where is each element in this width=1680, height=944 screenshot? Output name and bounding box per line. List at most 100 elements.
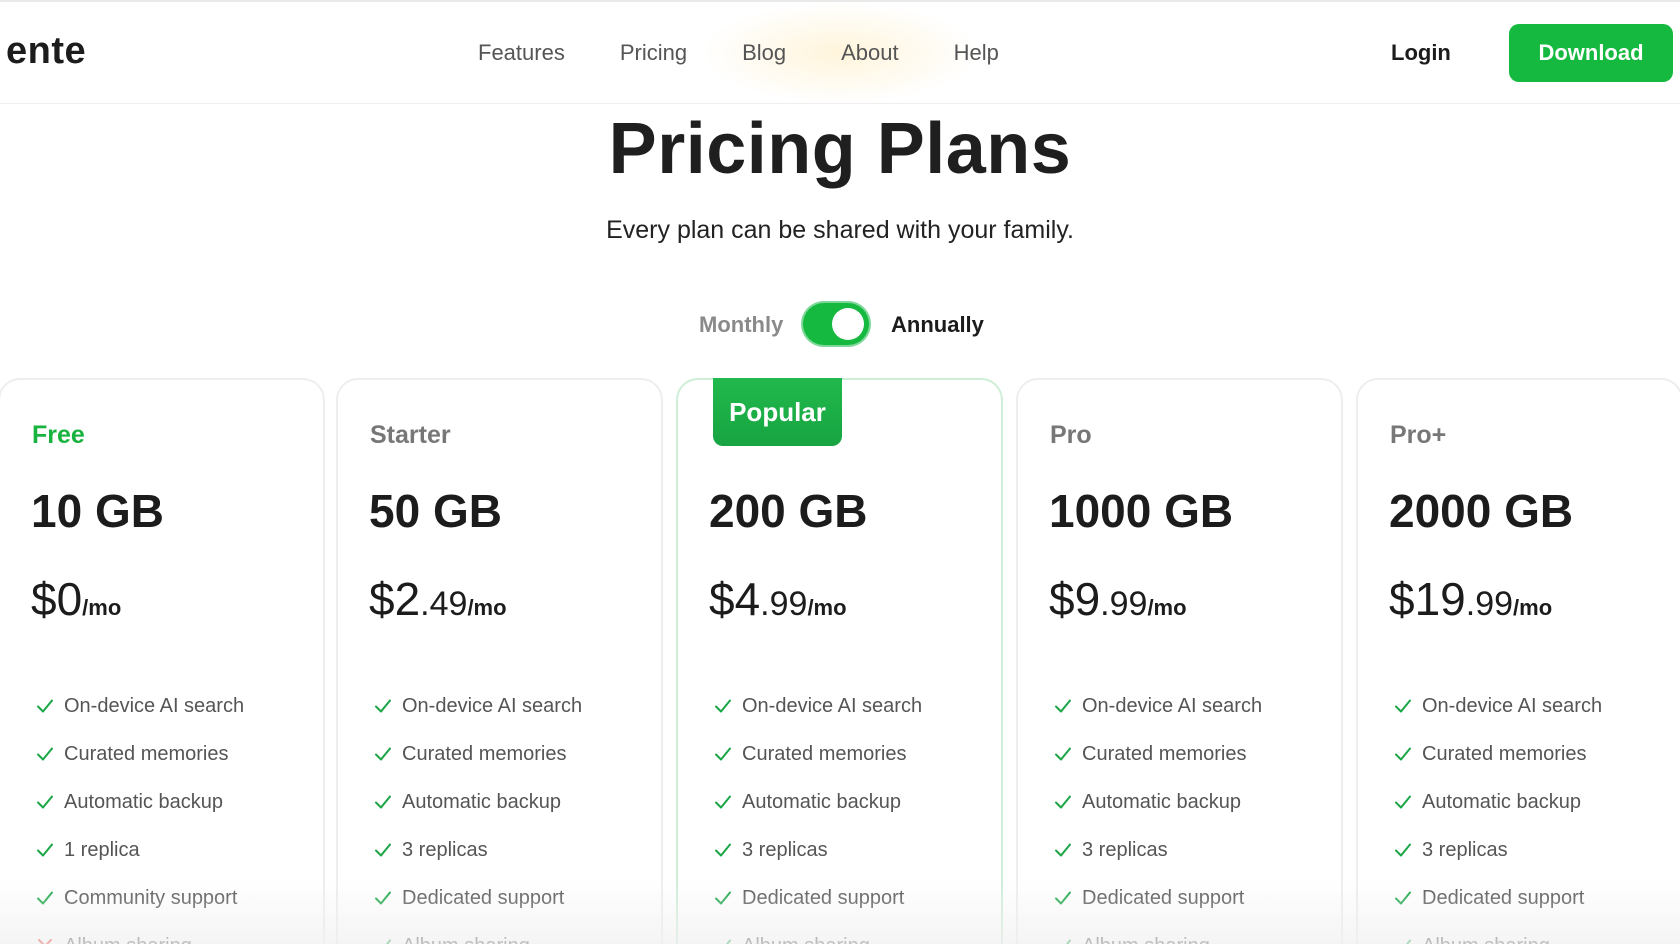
plan-card[interactable]: Starter 50 GB $2.49/mo On-device AI search C… xyxy=(336,378,663,944)
feature-item: Curated memories xyxy=(36,730,244,778)
check-icon xyxy=(36,889,54,907)
logo[interactable]: ente xyxy=(6,30,86,73)
feature-label: Curated memories xyxy=(402,742,567,765)
check-icon xyxy=(36,841,54,859)
price-cents: .99 xyxy=(1465,585,1514,623)
download-button[interactable]: Download xyxy=(1509,24,1673,82)
toggle-knob xyxy=(832,308,864,340)
plan-card[interactable]: Free 10 GB $0/mo On-device AI search Curated… xyxy=(0,378,325,944)
nav-blog[interactable]: Blog xyxy=(742,40,786,66)
check-icon xyxy=(374,937,392,944)
feature-item: Dedicated support xyxy=(714,874,922,922)
check-icon xyxy=(1394,697,1412,715)
plan-storage: 2000 GB xyxy=(1389,485,1574,537)
check-icon xyxy=(1054,937,1072,944)
feature-item: Dedicated support xyxy=(374,874,582,922)
feature-label: On-device AI search xyxy=(402,694,583,717)
feature-label: Album sharing xyxy=(64,935,192,944)
check-icon xyxy=(1054,745,1072,763)
feature-label: Automatic backup xyxy=(402,790,561,813)
feature-list: On-device AI search Curated memories Autom… xyxy=(374,682,582,944)
nav-about[interactable]: About xyxy=(841,40,899,66)
feature-label: Album sharing xyxy=(402,935,530,944)
feature-item: Automatic backup xyxy=(714,778,922,826)
price-unit: /mo xyxy=(82,595,122,620)
login-link[interactable]: Login xyxy=(1391,40,1451,66)
billing-period-toggle[interactable] xyxy=(803,303,869,345)
feature-list: On-device AI search Curated memories Autom… xyxy=(714,682,922,944)
feature-label: Dedicated support xyxy=(402,886,565,909)
feature-item: Dedicated support xyxy=(1054,874,1262,922)
plan-price: $2.49/mo xyxy=(369,572,507,626)
plan-card[interactable]: Pro 1000 GB $9.99/mo On-device AI search Cur… xyxy=(1016,378,1343,944)
feature-item: Dedicated support xyxy=(1394,874,1602,922)
check-icon xyxy=(1394,937,1412,944)
check-icon xyxy=(1054,793,1072,811)
page-title: Pricing Plans xyxy=(608,109,1072,189)
feature-label: 3 replicas xyxy=(1422,838,1508,861)
feature-label: 3 replicas xyxy=(742,838,828,861)
check-icon xyxy=(1394,889,1412,907)
feature-item: 3 replicas xyxy=(1394,826,1602,874)
check-icon xyxy=(1394,793,1412,811)
plan-name: Starter xyxy=(370,421,451,449)
feature-label: Dedicated support xyxy=(1082,886,1245,909)
check-icon xyxy=(36,793,54,811)
feature-list: On-device AI search Curated memories Autom… xyxy=(36,682,244,944)
check-icon xyxy=(1054,889,1072,907)
price-unit: /mo xyxy=(1147,595,1187,620)
check-icon xyxy=(1394,841,1412,859)
check-icon xyxy=(714,745,732,763)
check-icon xyxy=(374,889,392,907)
feature-item: Album sharing xyxy=(36,922,244,944)
feature-item: 3 replicas xyxy=(374,826,582,874)
price-dollars: $19 xyxy=(1389,573,1466,625)
price-cents: .99 xyxy=(1100,585,1148,623)
feature-item: Community support xyxy=(36,874,244,922)
feature-label: On-device AI search xyxy=(1082,694,1263,717)
nav-help[interactable]: Help xyxy=(954,40,999,66)
feature-item: Automatic backup xyxy=(374,778,582,826)
page-subtitle: Every plan can be shared with your famil… xyxy=(606,216,1074,244)
plan-card[interactable]: Pro+ 2000 GB $19.99/mo On-device AI search C… xyxy=(1356,378,1680,944)
check-icon xyxy=(1054,697,1072,715)
plan-price: $19.99/mo xyxy=(1389,572,1552,626)
popular-badge: Popular xyxy=(713,378,842,446)
feature-item: Curated memories xyxy=(1394,730,1602,778)
feature-label: Curated memories xyxy=(1422,742,1587,765)
feature-item: On-device AI search xyxy=(1394,682,1602,730)
feature-item: Automatic backup xyxy=(1394,778,1602,826)
feature-list: On-device AI search Curated memories Autom… xyxy=(1054,682,1262,944)
feature-item: On-device AI search xyxy=(714,682,922,730)
feature-item: Curated memories xyxy=(714,730,922,778)
monthly-label[interactable]: Monthly xyxy=(699,312,783,338)
plan-name: Free xyxy=(32,421,85,449)
plan-card[interactable]: Popular 200 GB $4.99/mo On-device AI search… xyxy=(676,378,1003,944)
check-icon xyxy=(374,745,392,763)
plan-price: $4.99/mo xyxy=(709,572,847,626)
plan-price: $9.99/mo xyxy=(1049,572,1187,626)
price-dollars: $4 xyxy=(709,573,761,625)
plan-name: Pro+ xyxy=(1390,421,1447,449)
nav-pricing[interactable]: Pricing xyxy=(620,40,687,66)
annually-label[interactable]: Annually xyxy=(891,312,984,338)
price-cents: .49 xyxy=(420,585,468,623)
feature-item: Curated memories xyxy=(1054,730,1262,778)
plan-name: Pro xyxy=(1050,421,1092,449)
nav-features[interactable]: Features xyxy=(478,40,565,66)
feature-label: On-device AI search xyxy=(64,694,245,717)
price-unit: /mo xyxy=(807,595,847,620)
feature-item: Album sharing xyxy=(714,922,922,944)
feature-label: Curated memories xyxy=(1082,742,1247,765)
feature-label: 1 replica xyxy=(64,838,140,861)
site-header: ente Features Pricing Blog About Help Lo… xyxy=(0,2,1680,104)
feature-item: Album sharing xyxy=(374,922,582,944)
feature-label: Automatic backup xyxy=(64,790,223,813)
price-dollars: $9 xyxy=(1049,573,1101,625)
feature-item: Album sharing xyxy=(1054,922,1262,944)
check-icon xyxy=(36,697,54,715)
check-icon xyxy=(36,745,54,763)
feature-label: Album sharing xyxy=(1082,935,1210,944)
price-unit: /mo xyxy=(467,595,507,620)
feature-item: Automatic backup xyxy=(1054,778,1262,826)
